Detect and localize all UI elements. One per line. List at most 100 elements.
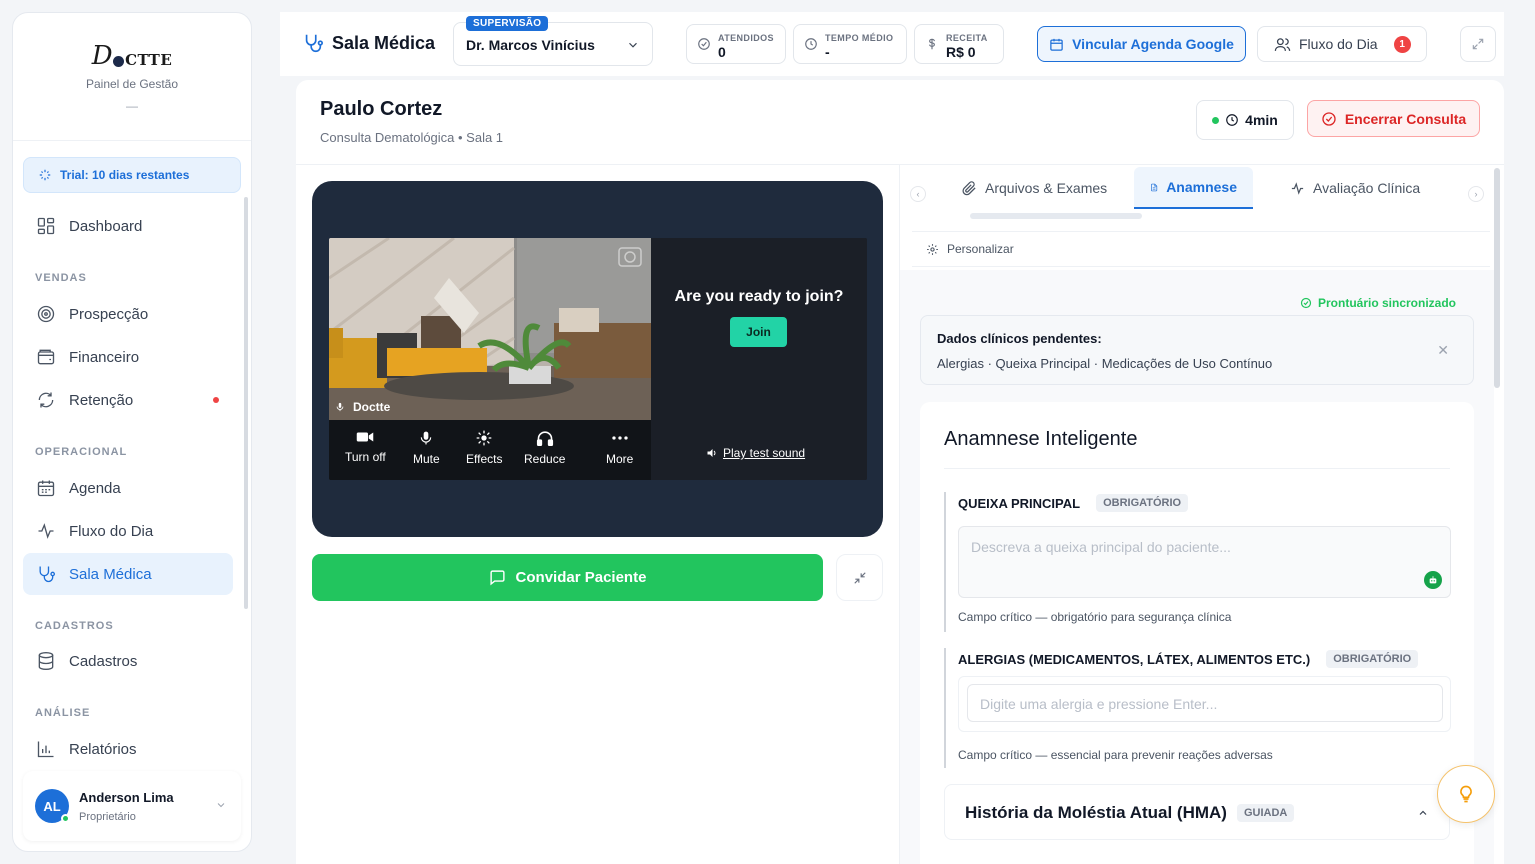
required-badge: OBRIGATÓRIO	[1096, 494, 1189, 512]
user-menu[interactable]: AL Anderson Lima Proprietário	[23, 771, 241, 841]
sidebar-item-fluxo[interactable]: Fluxo do Dia	[23, 510, 233, 552]
stat-value: -	[825, 44, 830, 60]
trial-text: Trial: 10 dias restantes	[60, 168, 190, 182]
consultation-timer: 4min	[1196, 100, 1294, 140]
test-sound-label: Play test sound	[723, 446, 806, 460]
logo-dot	[113, 56, 125, 67]
dashboard-icon	[37, 217, 55, 235]
timer-value: 4min	[1245, 112, 1278, 128]
sidebar-item-cadastros[interactable]: Cadastros	[23, 640, 233, 682]
alergias-label: ALERGIAS (MEDICAMENTOS, LÁTEX, ALIMENTOS…	[958, 651, 1311, 667]
doctor-name: Dr. Marcos Vinícius	[466, 37, 595, 53]
target-icon	[37, 305, 55, 323]
close-icon[interactable]: ✕	[1437, 342, 1449, 359]
sidebar-item-dashboard[interactable]: Dashboard	[23, 205, 233, 247]
minimize-video-button[interactable]	[836, 554, 883, 601]
link-google-calendar-button[interactable]: Vincular Agenda Google	[1037, 26, 1246, 62]
sparkle-icon	[476, 430, 492, 446]
customize-label: Personalizar	[947, 242, 1014, 256]
placeholder: Digite uma alergia e pressione Enter...	[980, 696, 1218, 712]
calendar-icon	[37, 480, 55, 497]
bar-chart-icon	[37, 741, 54, 758]
avatar: AL	[35, 789, 70, 823]
alergias-input[interactable]: Digite uma alergia e pressione Enter...	[967, 684, 1443, 722]
end-consultation-button[interactable]: Encerrar Consulta	[1307, 100, 1480, 137]
consultation-panel: Paulo Cortez Consulta Dematológica • Sal…	[296, 80, 1504, 864]
trial-banner[interactable]: Trial: 10 dias restantes	[23, 157, 241, 193]
tips-button[interactable]	[1437, 765, 1495, 823]
anamnese-card: Anamnese Inteligente QUEIXA PRINCIPAL OB…	[920, 402, 1474, 864]
invite-patient-button[interactable]: Convidar Paciente	[312, 554, 823, 601]
tabs-scroll-left[interactable]: ‹	[910, 186, 926, 202]
control-label: Effects	[466, 452, 503, 466]
voice-input-icon[interactable]	[1424, 571, 1442, 589]
stat-label: ATENDIDOS	[718, 33, 774, 43]
end-button-label: Encerrar Consulta	[1344, 110, 1467, 127]
stethoscope-icon	[305, 34, 323, 53]
effects-button[interactable]: Effects	[466, 430, 502, 466]
sidebar-item-relatorios[interactable]: Relatórios	[23, 728, 233, 770]
play-test-sound-link[interactable]: Play test sound	[706, 446, 805, 460]
avatar-initials: AL	[43, 798, 61, 814]
room-preview-image	[329, 238, 651, 420]
sidebar-item-retencao[interactable]: Retenção	[23, 379, 233, 421]
stat-tempo-medio: TEMPO MÉDIO -	[793, 24, 907, 64]
page-title-text: Sala Médica	[332, 32, 436, 53]
camera-preview: Doctte	[329, 238, 651, 420]
sidebar-item-sala-medica[interactable]: Sala Médica	[23, 553, 233, 595]
sidebar-item-label: Retenção	[69, 391, 134, 409]
clock-icon	[805, 38, 817, 50]
guided-badge: GUIADA	[1236, 804, 1295, 822]
sidebar-item-financeiro[interactable]: Financeiro	[23, 336, 233, 378]
video-call-card: Doctte Turn off Mute Effects Reduce More…	[312, 181, 883, 537]
top-header: Sala Médica SUPERVISÃO Dr. Marcos Viníci…	[280, 12, 1504, 76]
sidebar-item-prospeccao[interactable]: Prospecção	[23, 293, 233, 335]
expand-icon	[1472, 38, 1484, 50]
sync-status: Prontuário sincronizado	[1300, 296, 1456, 310]
customize-button[interactable]: Personalizar	[912, 231, 1490, 267]
more-options-button[interactable]: More	[606, 430, 633, 466]
brand-dash: —	[126, 99, 138, 113]
video-camera-icon	[357, 432, 374, 442]
tab-label: Avaliação Clínica	[1313, 180, 1421, 196]
sidebar-scrollbar[interactable]	[244, 197, 248, 609]
tab-arquivos-exames[interactable]: Arquivos & Exames	[946, 167, 1123, 209]
mute-button[interactable]: Mute	[413, 430, 440, 466]
fullscreen-button[interactable]	[1460, 26, 1496, 62]
turn-off-camera-button[interactable]: Turn off	[345, 430, 386, 464]
panel-scrollbar[interactable]	[1494, 168, 1500, 388]
live-indicator	[1212, 116, 1220, 124]
tab-anamnese[interactable]: Anamnese	[1134, 167, 1253, 209]
stat-value: 0	[718, 44, 726, 60]
stat-receita: RECEITA R$ 0	[914, 24, 1004, 64]
tab-label: Anamnese	[1166, 179, 1237, 195]
speaker-icon	[707, 449, 716, 457]
count-badge: 1	[1393, 35, 1411, 53]
fluxo-button-label: Fluxo do Dia	[1299, 36, 1378, 52]
hma-title-text: História da Moléstia Atual (HMA)	[965, 803, 1227, 822]
hma-section-header[interactable]: História da Moléstia Atual (HMA) GUIADA	[944, 784, 1450, 840]
sidebar-item-label: Relatórios	[69, 740, 137, 758]
sidebar: D CTTE Painel de Gestão — Trial: 10 dias …	[12, 12, 252, 852]
fluxo-do-dia-button[interactable]: Fluxo do Dia 1	[1257, 26, 1427, 62]
check-circle-icon	[698, 38, 710, 50]
sidebar-item-agenda[interactable]: Agenda	[23, 467, 233, 509]
queixa-textarea[interactable]: Descreva a queixa principal do paciente.…	[958, 526, 1451, 598]
doctte-logo: D CTTE	[92, 41, 173, 71]
tab-label: Arquivos & Exames	[985, 180, 1108, 196]
join-button[interactable]: Join	[730, 317, 787, 347]
sidebar-item-label: Agenda	[69, 479, 121, 497]
tabs-scrollbar[interactable]	[970, 213, 1142, 219]
user-name: Anderson Lima	[79, 789, 174, 805]
activity-icon	[38, 523, 54, 539]
pending-title: Dados clínicos pendentes:	[937, 331, 1102, 346]
noise-reduce-button[interactable]: Reduce	[524, 430, 565, 466]
tab-avaliacao-clinica[interactable]: Avaliação Clínica	[1274, 167, 1436, 209]
brand-subtitle: Painel de Gestão	[85, 77, 179, 91]
doctor-select[interactable]: SUPERVISÃO Dr. Marcos Vinícius	[453, 16, 653, 66]
calendar-icon	[1050, 38, 1063, 51]
gear-icon	[927, 243, 938, 255]
tabs-scroll-right[interactable]: ›	[1468, 186, 1484, 202]
chevron-down-icon	[629, 42, 637, 48]
stat-label: RECEITA	[946, 33, 988, 43]
